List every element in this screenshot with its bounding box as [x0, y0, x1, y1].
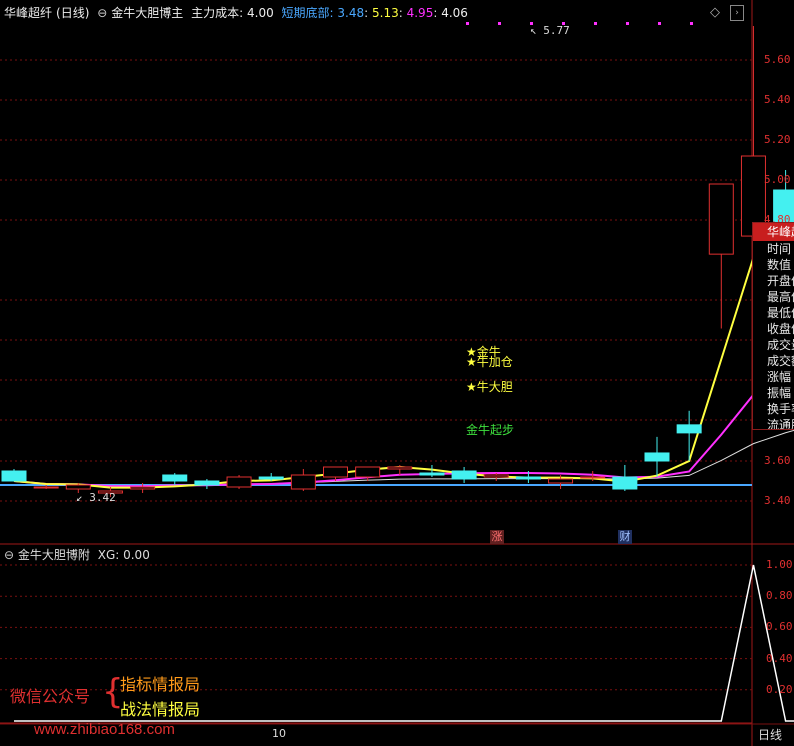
- y-tick-label: 3.60: [764, 454, 791, 467]
- panel-row-label: 涨幅: [767, 370, 792, 384]
- promo-line-1: 指标情报局: [120, 675, 201, 694]
- candle-body: [355, 466, 381, 478]
- candle-body: [580, 476, 606, 479]
- candle-body: [194, 480, 220, 486]
- panel-row-label: 开盘价: [767, 274, 794, 288]
- sub-indicator-name[interactable]: 金牛大胆博附: [18, 548, 90, 562]
- candle-body: [258, 476, 284, 480]
- panel-title: 华峰超纤: [753, 223, 794, 241]
- ma-yellow-line: [13, 201, 794, 489]
- y-tick-label: 5.60: [764, 53, 791, 66]
- signal-jinniu-qibu: 金牛起步: [466, 423, 515, 437]
- low-value: 3.42: [89, 491, 116, 504]
- signal-dot: [658, 22, 661, 25]
- y-tick-label: 5.20: [764, 133, 791, 146]
- candle-body: [65, 484, 91, 490]
- wechat-label: 微信公众号: [10, 687, 91, 706]
- panel-row-label: 振幅: [767, 386, 792, 400]
- panel-row-label: 流通股: [767, 418, 794, 430]
- panel-row-label: 收盘价: [767, 322, 794, 336]
- candle-body: [162, 474, 188, 482]
- ma-magenta-line: [13, 361, 794, 488]
- sub-y-tick-label: 0.80: [766, 589, 793, 603]
- signal-niu-dadan: ★牛大胆: [466, 380, 513, 394]
- candle-body: [676, 424, 702, 434]
- panel-row-label: 最低价: [767, 306, 794, 320]
- high-price-label: ↖ 5.77: [530, 24, 570, 37]
- sub-settings-icon[interactable]: ⊖: [4, 548, 14, 562]
- candle-body: [290, 474, 316, 490]
- sub-y-tick-label: 0.60: [766, 620, 793, 634]
- high-value: 5.77: [543, 24, 570, 37]
- candle-body: [483, 474, 509, 478]
- signal-dot: [466, 22, 469, 25]
- sub-y-tick-label: 0.20: [766, 682, 793, 696]
- candle-body: [419, 472, 445, 476]
- panel-row-label: 成交额: [767, 354, 794, 368]
- promo-line-2: 战法情报局: [120, 700, 201, 719]
- cai-marker[interactable]: 财: [618, 530, 632, 544]
- candle-body: [323, 466, 348, 478]
- y-tick-label: 3.40: [764, 494, 791, 507]
- sub-indicator-title: ⊖ 金牛大胆博附 XG: 0.00: [4, 546, 150, 563]
- candle-body: [644, 452, 670, 462]
- candle-body: [515, 476, 541, 480]
- main-chart[interactable]: [0, 0, 794, 746]
- candle-body: [451, 470, 477, 480]
- x-tick-10: 10: [272, 727, 286, 740]
- zhang-marker[interactable]: 涨: [490, 530, 504, 544]
- panel-row-label: 成交量: [767, 338, 794, 352]
- panel-row-label: 时间: [767, 242, 792, 256]
- signal-dot: [626, 22, 629, 25]
- panel-row-label: 数值: [767, 258, 792, 272]
- signal-dot: [498, 22, 501, 25]
- y-tick-label: 5.40: [764, 93, 791, 106]
- signal-dot: [594, 22, 597, 25]
- xg-value: XG: 0.00: [97, 548, 150, 562]
- candle-body: [548, 478, 574, 484]
- sub-y-tick-label: 1.00: [766, 558, 793, 571]
- quote-info-panel: 华峰超纤 时间数值开盘价最高价最低价收盘价成交量成交额涨幅振幅换手率流通股: [752, 222, 794, 430]
- candle-body: [130, 486, 156, 490]
- candle-body: [708, 183, 734, 255]
- panel-row-label: 换手率: [767, 402, 794, 416]
- signal-dot: [690, 22, 693, 25]
- candle-body: [33, 486, 59, 489]
- y-tick-label: 5.00: [764, 173, 791, 186]
- signal-niu-jiacang: ★牛加仓: [466, 355, 513, 369]
- panel-row-label: 最高价: [767, 290, 794, 304]
- candle-body: [226, 476, 252, 488]
- candle-body: [612, 476, 638, 490]
- sub-y-tick-label: 0.40: [766, 651, 793, 665]
- low-price-label: ↙ 3.42: [76, 491, 116, 504]
- period-tab[interactable]: 日线: [758, 726, 782, 743]
- candle-body: [387, 466, 413, 470]
- promo-url: www.zhibiao168.com: [34, 721, 175, 738]
- candle-body: [1, 470, 27, 482]
- ma-white-line: [13, 429, 794, 487]
